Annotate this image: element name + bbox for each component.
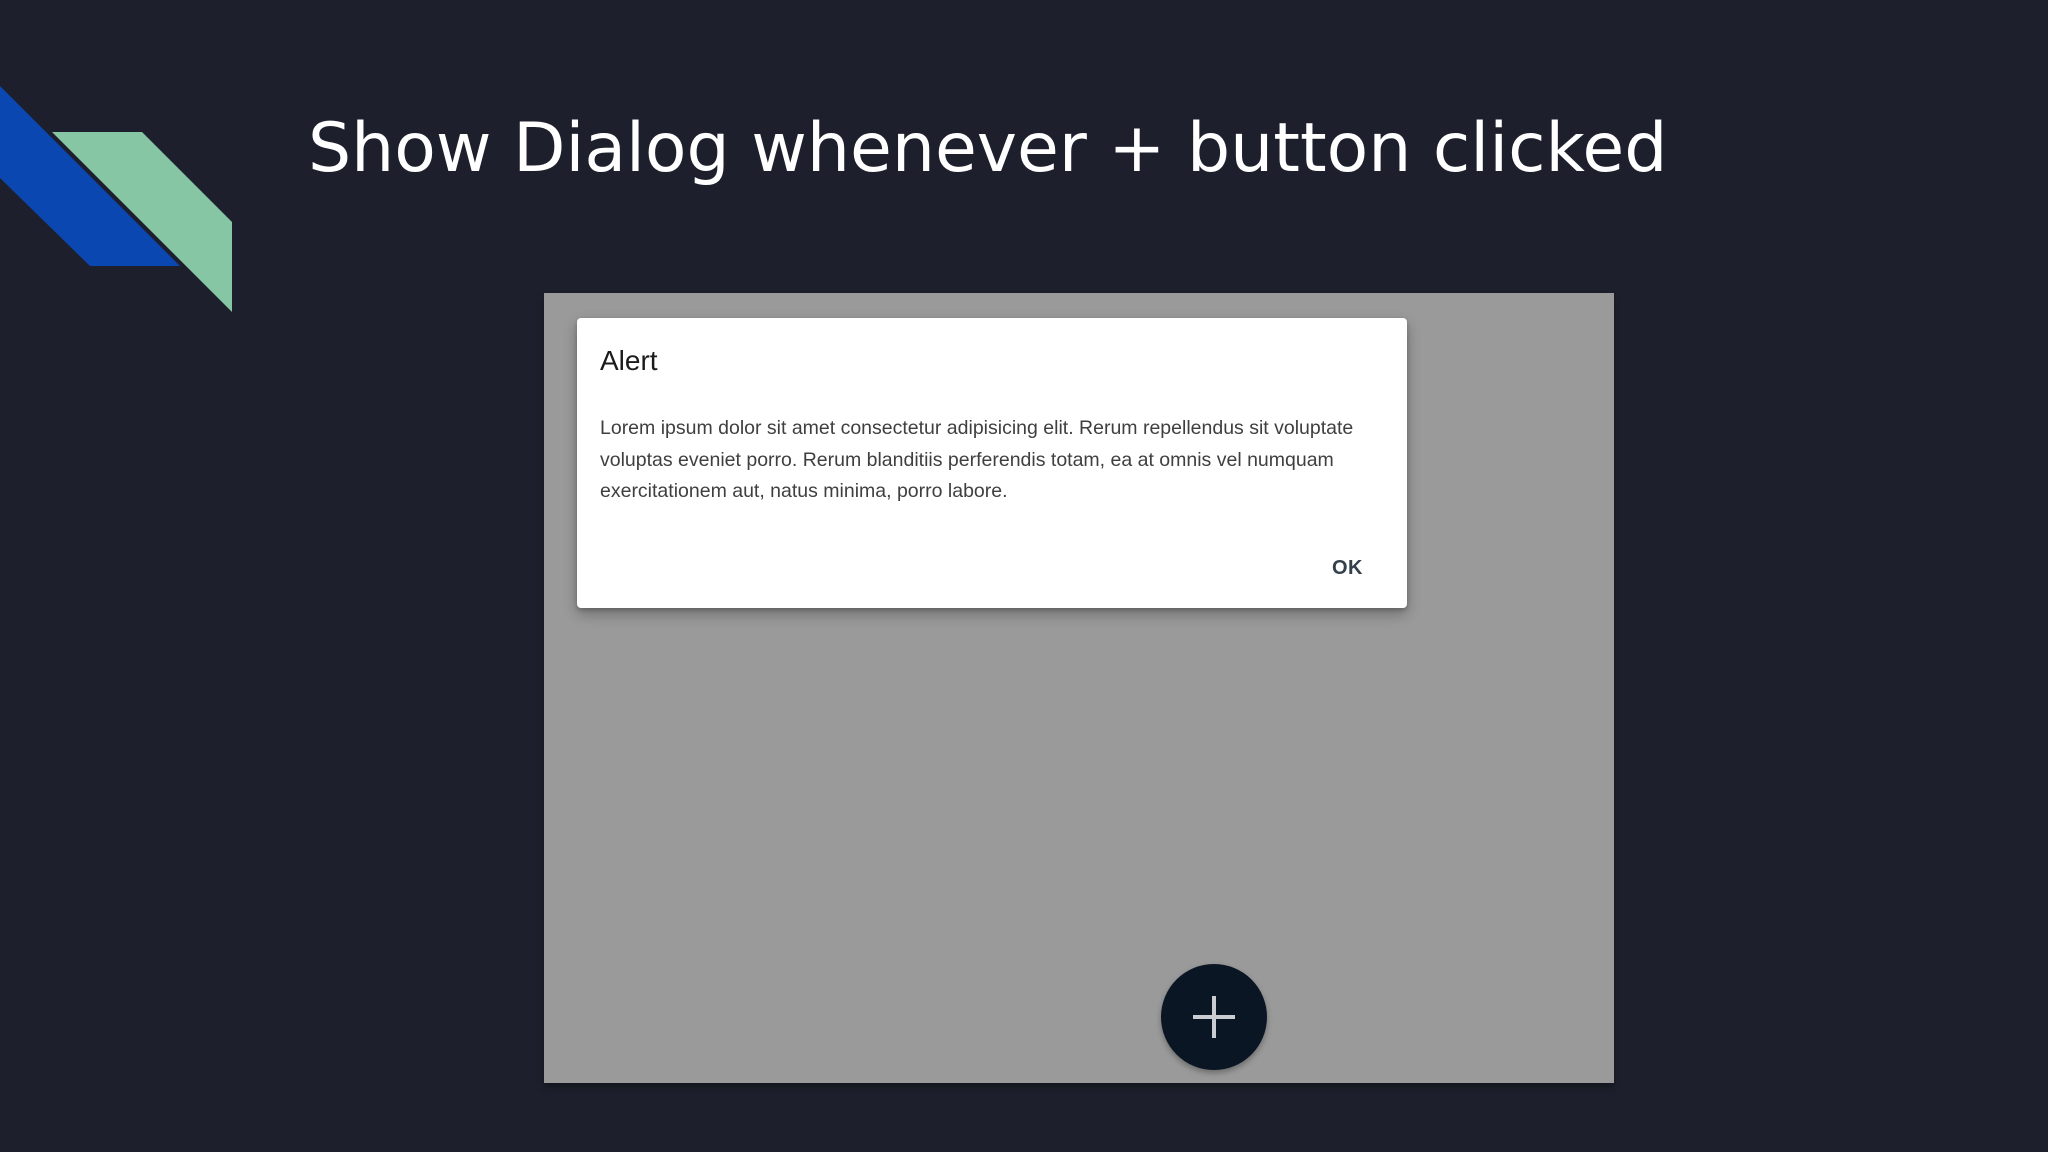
ok-button[interactable]: OK [1318,549,1377,588]
dialog-title: Alert [600,345,658,376]
alert-dialog: Alert Lorem ipsum dolor sit amet consect… [577,318,1407,608]
app-screenshot: Alert Lorem ipsum dolor sit amet consect… [544,293,1614,1083]
dialog-body: Lorem ipsum dolor sit amet consectetur a… [600,417,1354,502]
add-fab-button[interactable] [1161,964,1267,1070]
plus-icon [1193,996,1235,1038]
slide-title: Show Dialog whenever + button clicked [308,109,1668,188]
corner-decoration [0,86,232,312]
